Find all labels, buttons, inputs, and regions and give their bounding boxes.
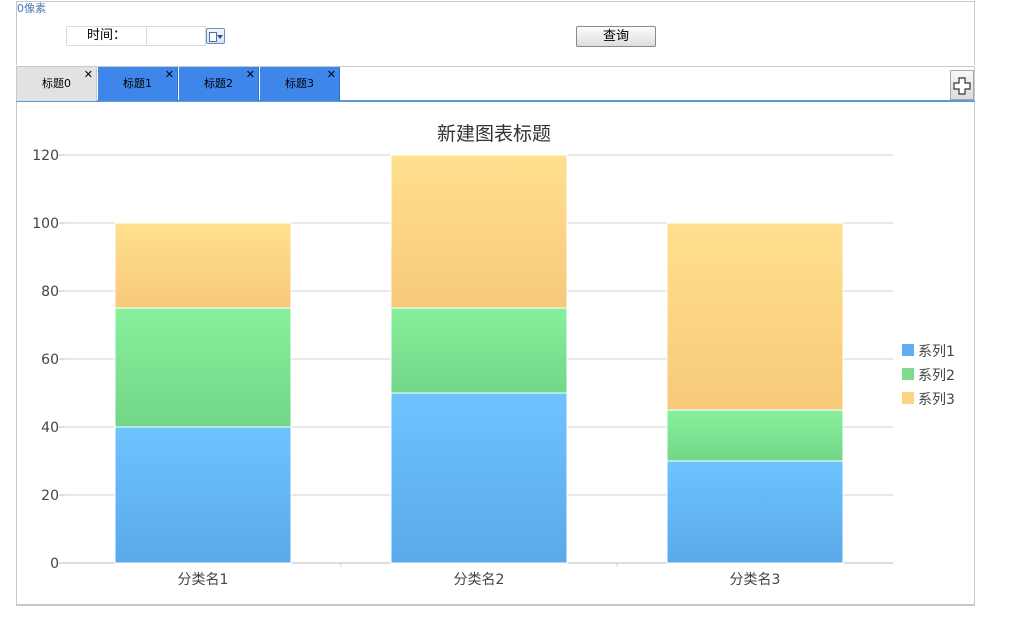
bar-segment bbox=[666, 222, 844, 411]
y-tick-label: 80 bbox=[41, 284, 59, 300]
bar-segment bbox=[390, 392, 568, 564]
legend-swatch bbox=[902, 392, 914, 404]
bar-segment bbox=[114, 222, 292, 309]
bar-segment bbox=[114, 307, 292, 428]
stacked-bar-chart: 新建图表标题 0 20 40 60 80 100 120 分类名1 分类名2 分类名3 系列1 系列… bbox=[32, 123, 955, 588]
x-tick-label: 分类名3 bbox=[730, 572, 781, 588]
y-tick-label: 0 bbox=[50, 556, 59, 572]
chart-title: 新建图表标题 bbox=[437, 123, 551, 145]
bar-segment bbox=[666, 460, 844, 564]
bar-segment bbox=[390, 154, 568, 309]
y-tick-label: 100 bbox=[32, 216, 59, 232]
legend-swatch bbox=[902, 344, 914, 356]
y-tick-label: 60 bbox=[41, 352, 59, 368]
bar-segment bbox=[114, 426, 292, 564]
x-tick-label: 分类名1 bbox=[178, 572, 229, 588]
legend-swatch bbox=[902, 368, 914, 380]
legend-label: 系列1 bbox=[918, 344, 955, 360]
y-tick-label: 40 bbox=[41, 420, 59, 436]
bar-segment bbox=[390, 307, 568, 394]
x-tick-label: 分类名2 bbox=[454, 572, 505, 588]
legend-label: 系列2 bbox=[918, 368, 955, 384]
y-tick-label: 20 bbox=[41, 488, 59, 504]
bar-segment bbox=[666, 409, 844, 462]
y-tick-label: 120 bbox=[32, 148, 59, 164]
legend-label: 系列3 bbox=[918, 392, 955, 408]
